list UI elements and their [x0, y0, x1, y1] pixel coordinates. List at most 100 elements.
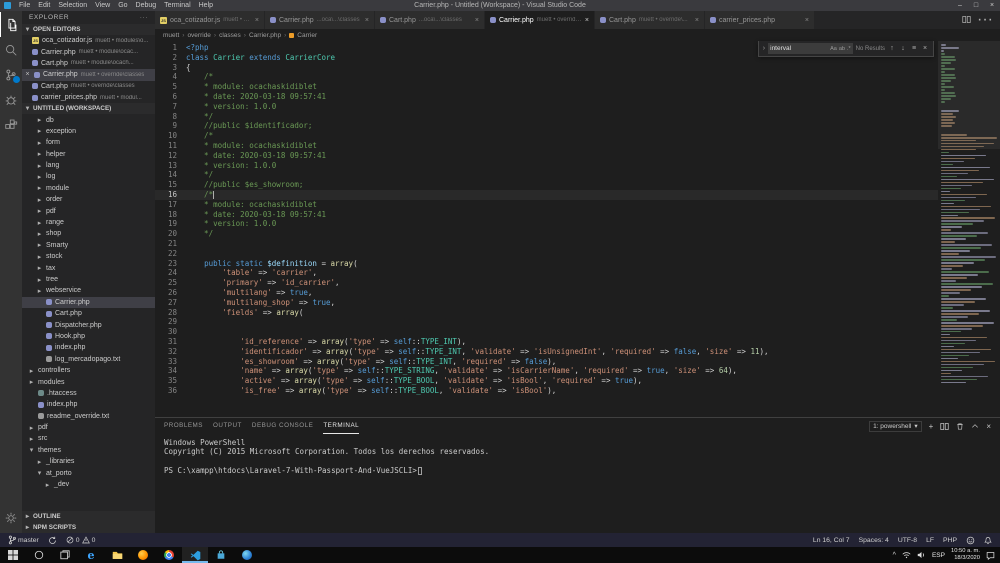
code-line[interactable]: 27 'multilang_shop' => true, [155, 298, 938, 308]
notifications-bell-icon[interactable] [984, 536, 992, 545]
encoding[interactable]: UTF-8 [898, 537, 917, 544]
menu-terminal[interactable]: Terminal [160, 0, 194, 11]
tab-cart-php[interactable]: Cart.php...oca\...\classes× [375, 11, 485, 29]
open-editor-carrier-php[interactable]: ×Carrier.phpmuett • override\classes [22, 69, 155, 80]
minimap-slider[interactable] [938, 41, 1000, 149]
code-line[interactable]: 28 'fields' => array( [155, 308, 938, 318]
task-view-icon[interactable] [52, 547, 78, 563]
code-line[interactable]: 15 //public $es_showroom; [155, 180, 938, 190]
code-line[interactable]: 7 * version: 1.0.0 [155, 102, 938, 112]
close-panel-icon[interactable]: × [986, 422, 991, 431]
chrome-icon[interactable] [156, 547, 182, 563]
tab-carrier-php[interactable]: Carrier.php...oca\...\classes× [265, 11, 375, 29]
close-icon[interactable]: × [24, 71, 31, 78]
tree-item-readme-override-txt[interactable]: readme_override.txt [22, 411, 155, 422]
open-editors-header[interactable]: ▾ OPEN EDITORS [22, 24, 155, 35]
keyboard-language[interactable]: ESP [932, 552, 945, 559]
close-icon[interactable]: × [255, 17, 259, 24]
menu-debug[interactable]: Debug [132, 0, 161, 11]
indentation[interactable]: Spaces: 4 [859, 537, 889, 544]
code-line[interactable]: 35 'active' => array('type' => self::TYP… [155, 376, 938, 386]
split-terminal-icon[interactable] [940, 422, 949, 431]
tree-item-htaccess[interactable]: .htaccess [22, 388, 155, 399]
tree-item-modules[interactable]: ▸modules [22, 376, 155, 387]
source-control-icon[interactable] [0, 62, 22, 87]
tree-item-tax[interactable]: ▸tax [22, 262, 155, 273]
code-line[interactable]: 19 * version: 1.0.0 [155, 219, 938, 229]
more-actions-icon[interactable]: ··· [977, 11, 993, 29]
code-line[interactable]: 18 * date: 2020-03-18 09:57:41 [155, 210, 938, 220]
code-line[interactable]: 30 [155, 327, 938, 337]
close-icon[interactable]: × [585, 17, 589, 24]
tree-item-pdf[interactable]: ▸pdf [22, 422, 155, 433]
regex-icon[interactable]: .* [847, 46, 851, 52]
tree-item-form[interactable]: ▸form [22, 137, 155, 148]
code-line[interactable]: 5 * module: ocachaskidiblet [155, 82, 938, 92]
eol-sequence[interactable]: LF [926, 537, 934, 544]
tree-item-db[interactable]: ▸db [22, 114, 155, 125]
breadcrumb-item-override[interactable]: override [187, 32, 210, 39]
tree-item-controllers[interactable]: ▸controllers [22, 365, 155, 376]
whole-word-icon[interactable]: ab [839, 46, 845, 52]
tree-item-lang[interactable]: ▸lang [22, 160, 155, 171]
code-line[interactable]: 14 */ [155, 170, 938, 180]
open-editor-cart-php[interactable]: Cart.phpmuett • module\ocach... [22, 58, 155, 69]
action-center-icon[interactable] [986, 551, 995, 560]
panel-tab-terminal[interactable]: TERMINAL [323, 418, 359, 434]
tab-carrier-prices-php[interactable]: carrier_prices.php× [705, 11, 815, 29]
code-editor[interactable]: 1<?php2class Carrier extends CarrierCore… [155, 41, 938, 417]
tab-carrier-php[interactable]: Carrier.phpmuett • override\...× [485, 11, 595, 29]
breadcrumb-item-muett[interactable]: muett [163, 32, 179, 39]
panel-tab-output[interactable]: OUTPUT [213, 418, 242, 434]
code-line[interactable]: 17 * module: ocachaskidiblet [155, 200, 938, 210]
search-icon[interactable] [0, 37, 22, 62]
breadcrumb-item-classes[interactable]: classes [219, 32, 241, 39]
tree-item-carrier-php[interactable]: Carrier.php [22, 297, 155, 308]
kill-terminal-icon[interactable] [956, 422, 964, 431]
cortana-search-icon[interactable] [26, 547, 52, 563]
close-icon[interactable]: × [984, 0, 1000, 11]
code-line[interactable]: 13 * version: 1.0.0 [155, 161, 938, 171]
code-line[interactable]: 34 'name' => array('type' => self::TYPE_… [155, 366, 938, 376]
explorer-icon[interactable] [0, 12, 22, 37]
breadcrumb-item-carrier-php[interactable]: Carrier.php [249, 32, 281, 39]
breadcrumb-item-carrier[interactable]: Carrier [297, 32, 317, 39]
edge-icon[interactable]: e [78, 547, 104, 563]
menu-help[interactable]: Help [195, 0, 217, 11]
minimize-icon[interactable]: – [952, 0, 968, 11]
npm-scripts-header[interactable]: ▸ NPM SCRIPTS [22, 522, 155, 533]
git-branch-indicator[interactable]: master [8, 535, 39, 545]
tree-item-dispatcher-php[interactable]: Dispatcher.php [22, 319, 155, 330]
code-line[interactable]: 29 [155, 317, 938, 327]
panel-tab-problems[interactable]: PROBLEMS [164, 418, 203, 434]
code-line[interactable]: 24 'table' => 'carrier', [155, 268, 938, 278]
code-line[interactable]: 20 */ [155, 229, 938, 239]
tree-item-tree[interactable]: ▸tree [22, 274, 155, 285]
tree-item-stock[interactable]: ▸stock [22, 251, 155, 262]
start-button-icon[interactable] [0, 547, 26, 563]
maximize-icon[interactable]: □ [968, 0, 984, 11]
find-input[interactable] [770, 45, 828, 52]
close-icon[interactable]: × [805, 17, 809, 24]
tree-item-log[interactable]: ▸log [22, 171, 155, 182]
tree-item-at-porto[interactable]: ▾at_porto [22, 467, 155, 478]
terminal[interactable]: Windows PowerShell Copyright (C) 2015 Mi… [155, 434, 1000, 533]
tree-item-index-php[interactable]: index.php [22, 399, 155, 410]
code-line[interactable]: 32 'identificador' => array('type' => se… [155, 347, 938, 357]
workspace-header[interactable]: ▾ UNTITLED (WORKSPACE) [22, 103, 155, 114]
code-line[interactable]: 10 /* [155, 131, 938, 141]
edge-dev-icon[interactable] [234, 547, 260, 563]
tree-item-module[interactable]: ▸module [22, 183, 155, 194]
tree-item-cart-php[interactable]: Cart.php [22, 308, 155, 319]
code-line[interactable]: 12 * date: 2020-03-18 09:57:41 [155, 151, 938, 161]
find-in-selection-icon[interactable]: ≡ [910, 45, 918, 52]
find-toggle-replace-icon[interactable]: › [763, 45, 765, 52]
tree-item-exception[interactable]: ▸exception [22, 126, 155, 137]
close-icon[interactable]: × [695, 17, 699, 24]
panel-tab-debug-console[interactable]: DEBUG CONSOLE [252, 418, 313, 434]
file-explorer-icon[interactable] [104, 547, 130, 563]
tree-item-libraries[interactable]: ▸_libraries [22, 456, 155, 467]
find-prev-icon[interactable]: ↑ [888, 45, 896, 52]
network-icon[interactable] [902, 551, 911, 559]
code-line[interactable]: 4 /* [155, 72, 938, 82]
